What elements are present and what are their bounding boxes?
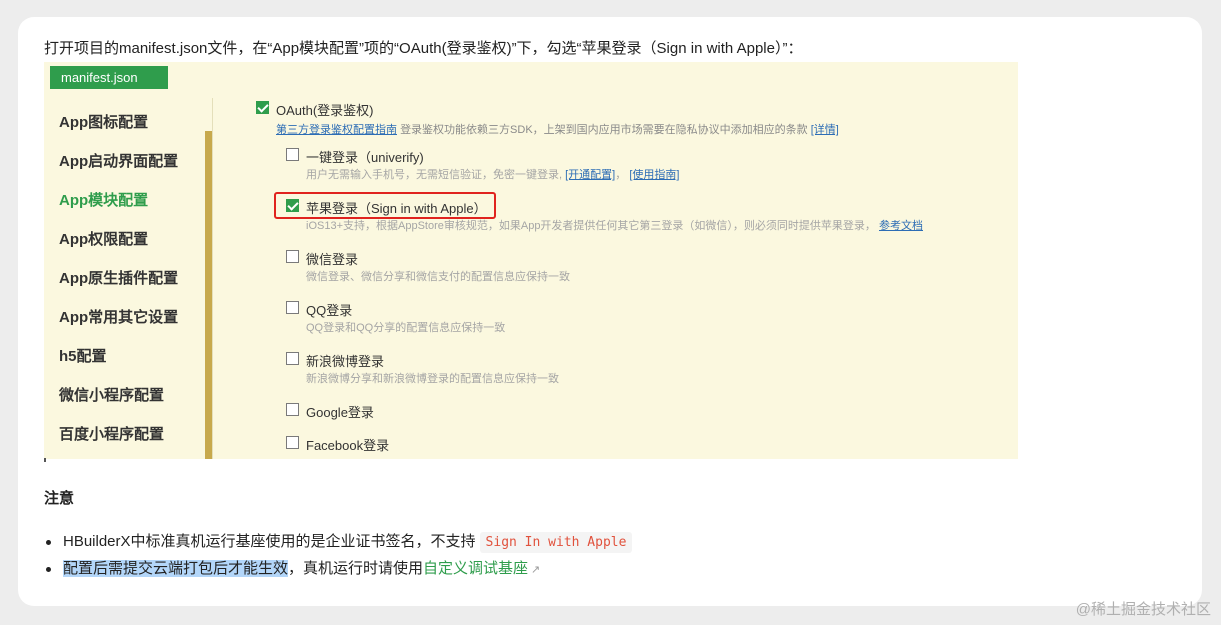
oauth-guide-desc: 登录鉴权功能依赖三方SDK，上架到国内应用市场需要在隐私协议中添加相应的条款 <box>400 124 808 136</box>
univerify-guide-link[interactable]: [使用指南] <box>629 169 679 181</box>
weixin-login-label: 微信登录 <box>306 252 359 267</box>
oauth-checkbox[interactable] <box>256 101 269 114</box>
watermark: @稀土掘金技术社区 <box>1075 601 1211 618</box>
oauth-guide-link[interactable]: 第三方登录鉴权配置指南 <box>276 124 397 136</box>
sidebar-item-weixin-mp[interactable]: 微信小程序配置 <box>59 384 164 405</box>
sidebar-item-app-other-settings[interactable]: App常用其它设置 <box>59 306 178 327</box>
weibo-login-desc: 新浪微博分享和新浪微博登录的配置信息应保持一致 <box>306 373 559 385</box>
univerify-config-link[interactable]: [开通配置] <box>565 169 615 181</box>
scrollbar-track <box>212 98 213 459</box>
qq-login-checkbox[interactable] <box>286 301 299 314</box>
weixin-login-desc: 微信登录、微信分享和微信支付的配置信息应保持一致 <box>306 271 570 283</box>
oauth-detail-link[interactable]: [详情] <box>811 124 839 136</box>
highlighted-text: 配置后需提交云端打包后才能生效 <box>63 560 289 577</box>
sign-in-with-apple-code: Sign In with Apple <box>479 532 633 553</box>
sidebar-item-app-modules[interactable]: App模块配置 <box>59 189 148 210</box>
sidebar-item-app-icon[interactable]: App图标配置 <box>59 111 148 132</box>
facebook-login-checkbox[interactable] <box>286 436 299 449</box>
sidebar-item-baidu-mp[interactable]: 百度小程序配置 <box>59 423 164 444</box>
oauth-guide-row: 第三方登录鉴权配置指南 登录鉴权功能依赖三方SDK，上架到国内应用市场需要在隐私… <box>276 121 839 137</box>
univerify-checkbox[interactable] <box>286 148 299 161</box>
sidebar-scrollbar[interactable] <box>205 131 212 459</box>
custom-debug-base-link[interactable]: 自定义调试基座 <box>423 560 528 577</box>
weixin-login-checkbox[interactable] <box>286 250 299 263</box>
apple-login-desc: iOS13+支持，根据AppStore审核规范，如果App开发者提供任何其它第三… <box>306 220 923 232</box>
sidebar-item-h5[interactable]: h5配置 <box>59 345 107 366</box>
oauth-label: OAuth(登录鉴权) <box>276 103 374 118</box>
weibo-login-checkbox[interactable] <box>286 352 299 365</box>
facebook-login-label: Facebook登录 <box>306 438 390 453</box>
manifest-file-tab[interactable]: manifest.json <box>50 66 168 89</box>
bullet-dot <box>46 539 51 545</box>
univerify-desc: 用户无需输入手机号，无需短信验证，免密一键登录, [开通配置]， [使用指南] <box>306 169 680 181</box>
weibo-login-label: 新浪微博登录 <box>306 354 385 369</box>
sidebar-item-app-splash[interactable]: App启动界面配置 <box>59 150 178 171</box>
sidebar-item-app-native-plugins[interactable]: App原生插件配置 <box>59 267 178 288</box>
google-login-checkbox[interactable] <box>286 403 299 416</box>
qq-login-desc: QQ登录和QQ分享的配置信息应保持一致 <box>306 322 506 334</box>
sidebar-item-app-permissions[interactable]: App权限配置 <box>59 228 148 249</box>
google-login-label: Google登录 <box>306 405 374 420</box>
notice-bullet-2: 配置后需提交云端打包后才能生效，真机运行时请使用自定义调试基座 ↗ <box>44 557 540 578</box>
intro-text: 打开项目的manifest.json文件，在“App模块配置”项的“OAuth(… <box>44 40 803 57</box>
apple-login-docs-link[interactable]: 参考文档 <box>879 220 923 232</box>
scroll-cursor-mark <box>44 458 46 462</box>
apple-login-checkbox[interactable] <box>286 199 299 212</box>
univerify-label: 一键登录（univerify) <box>306 150 424 165</box>
external-link-icon: ↗ <box>531 564 541 576</box>
qq-login-label: QQ登录 <box>306 303 353 318</box>
notice-bullet-1: HBuilderX中标准真机运行基座使用的是企业证书签名，不支持 Sign In … <box>44 530 633 553</box>
notice-title: 注意 <box>44 490 75 507</box>
apple-login-label: 苹果登录（Sign in with Apple） <box>306 201 487 216</box>
bullet-dot <box>46 566 51 572</box>
